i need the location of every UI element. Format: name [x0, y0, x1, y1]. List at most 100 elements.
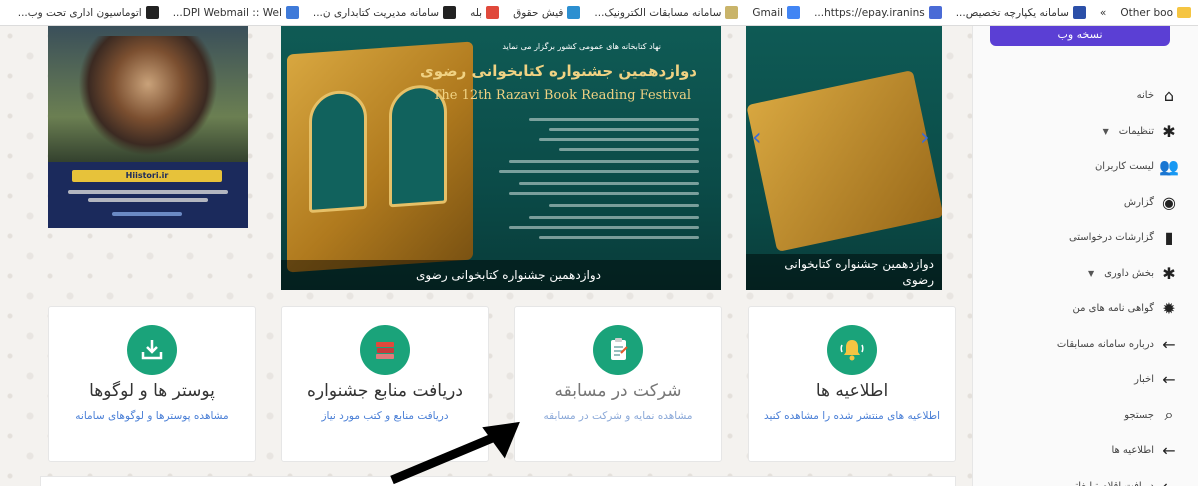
bookmark-label: سامانه یکپارچه تخصیص...	[955, 6, 1069, 19]
sidebar-item[interactable]: ⌂ خانه	[988, 78, 1198, 114]
sidebar-item-label: خانه	[1136, 90, 1154, 102]
bookmark-item[interactable]: DPI Webmail :: Wel...	[166, 6, 306, 19]
flag-icon	[1072, 6, 1086, 19]
web-version-button[interactable]: نسخه وب	[990, 26, 1170, 46]
bookmark-label: DPI Webmail :: Wel...	[172, 6, 282, 19]
banner-razavi-festival[interactable]: نهاد کتابخانه های عمومی کشور برگزار می ن…	[281, 26, 721, 290]
bookmarks-bar: Other boo » سامانه یکپارچه تخصیص... https:/…	[0, 0, 1198, 26]
banner-text-line	[539, 138, 699, 141]
arrow-left-icon: ←	[1162, 441, 1176, 461]
folder-icon	[1177, 7, 1191, 18]
clipboard-icon	[593, 325, 643, 375]
sidebar-item[interactable]: ← اطلاعیه ها	[988, 433, 1198, 469]
arrow-left-icon: ←	[1160, 477, 1178, 486]
bookmark-item[interactable]: بله	[463, 6, 506, 19]
bookmark-label: اتوماسیون اداری تحت وب...	[17, 6, 142, 19]
bookmark-item[interactable]: فیش حقوق	[506, 6, 587, 19]
sidebar-item-label: بخش داوری	[1104, 267, 1154, 279]
gear-icon: ✱	[1162, 263, 1176, 283]
sidebar-item[interactable]: 👥 لیست کاربران	[988, 149, 1198, 185]
banner-caption: دوازدهمین جشنواره کتابخوانی رضوی	[746, 254, 942, 290]
banner-title-en: The 12th Razavi Book Reading Festival	[432, 88, 691, 103]
circle-logo-icon	[725, 6, 739, 19]
banner-text-line	[112, 212, 182, 216]
sidebar-item[interactable]: ✹ گواهی نامه های من	[988, 291, 1198, 327]
annotation-arrow-icon	[390, 421, 520, 485]
card-title: شرکت در مسابقه	[554, 381, 682, 401]
document-icon	[567, 6, 581, 19]
banner-text-line	[509, 160, 699, 163]
banner-text-line	[559, 148, 699, 151]
card-title: پوستر ها و لوگوها	[89, 381, 215, 401]
banner-text-line	[529, 216, 699, 219]
sidebar-item[interactable]: ✱ تنظیمات ▼	[988, 114, 1198, 150]
banner-text-line	[529, 118, 699, 121]
bookmark-item[interactable]: سامانه مسابقات الکترونیک...	[587, 6, 745, 19]
globe-icon	[928, 6, 942, 19]
banner-text-line	[499, 170, 699, 173]
sidebar-item[interactable]: ⌕ جستجو	[988, 398, 1198, 434]
banner-tag: Hiistori.ir	[72, 170, 222, 182]
card-posters-logos[interactable]: پوستر ها و لوگوها مشاهده پوسترها و لوگوه…	[48, 306, 256, 462]
users-icon: 👥	[1159, 157, 1179, 177]
download-icon	[127, 325, 177, 375]
mail-icon	[285, 6, 299, 19]
bell-icon	[827, 325, 877, 375]
sidebar-item-label: درباره سامانه مسابقات	[1056, 338, 1154, 350]
bookmark-item[interactable]: »	[1093, 7, 1113, 19]
banner-text-line	[88, 198, 208, 202]
card-join-contest[interactable]: شرکت در مسابقه مشاهده نمایه و شرکت در مس…	[514, 306, 722, 462]
banner-book-image	[746, 69, 942, 253]
gear-icon: ✱	[1162, 121, 1176, 141]
bookmark-label: https://epay.iranins...	[814, 6, 925, 19]
sidebar-item-label: گواهی نامه های من	[1072, 303, 1154, 315]
sidebar-item-label: جستجو	[1124, 409, 1154, 421]
sidebar-item-label: لیست کاربران	[1094, 161, 1154, 173]
banner-tag-text: Hiistori.ir	[125, 171, 169, 180]
bookmark-item[interactable]: Gmail	[745, 6, 807, 19]
banner-title-fa: دوازدهمین جشنواره کتابخوانی رضوی	[419, 62, 697, 80]
banner-text-line	[549, 128, 699, 131]
sidebar-item[interactable]: ← اخبار	[988, 362, 1198, 398]
bookmark-item[interactable]: سامانه مدیریت کتابداری ن...	[306, 6, 463, 19]
banner-text-line	[519, 182, 699, 185]
sidebar-item-label: اطلاعیه ها	[1111, 445, 1154, 457]
card-announcements[interactable]: اطلاعیه ها اطلاعیه های منتشر شده را مشاه…	[748, 306, 956, 462]
bookmark-item[interactable]: اتوماسیون اداری تحت وب...	[11, 6, 166, 19]
sidebar-item[interactable]: ◉ گزارش	[988, 185, 1198, 221]
sidebar-item[interactable]: ✱ بخش داوری ▼	[988, 256, 1198, 292]
arrow-left-icon: ←	[1162, 370, 1176, 390]
sidebar-item-label: گزارشات درخواستی	[1068, 232, 1154, 244]
banner-text-line	[509, 226, 699, 229]
home-icon: ⌂	[1163, 86, 1175, 106]
banner-text-line	[509, 192, 699, 195]
slider-next-icon[interactable]: ›	[920, 120, 936, 154]
bookmark-item[interactable]: Other boo	[1113, 7, 1198, 19]
search-icon: ⌕	[1164, 405, 1174, 425]
book-arch	[309, 88, 367, 213]
bookmark-item[interactable]: https://epay.iranins...	[807, 6, 949, 19]
card-subtitle-link[interactable]: مشاهده نمایه و شرکت در مسابقه	[515, 409, 721, 424]
banner-image	[78, 36, 218, 156]
banner-top-line: نهاد کتابخانه های عمومی کشور برگزار می ن…	[502, 42, 661, 51]
bookmark-label: سامانه مسابقات الکترونیک...	[594, 6, 722, 19]
sidebar-item[interactable]: ← دریافت اقلام تبلیغاتی	[988, 469, 1198, 486]
card-subtitle-link[interactable]: اطلاعیه های منتشر شده را مشاهده کنید	[749, 409, 955, 424]
banner-razavi-festival-2[interactable]: ‹ › دوازدهمین جشنواره کتابخوانی رضوی	[746, 26, 942, 290]
sidebar-item[interactable]: ▮ گزارشات درخواستی	[988, 220, 1198, 256]
card-title: دریافت منابع جشنواره	[307, 381, 463, 401]
bookmark-label: »	[1099, 6, 1107, 19]
sidebar-item-label: دریافت اقلام تبلیغاتی	[1067, 481, 1154, 486]
web-icon	[145, 6, 159, 19]
caret-down-icon: ▼	[1102, 126, 1109, 136]
sidebar-item[interactable]: ← درباره سامانه مسابقات	[988, 327, 1198, 363]
bookmark-item[interactable]: سامانه یکپارچه تخصیص...	[949, 6, 1093, 19]
card-subtitle-link[interactable]: مشاهده پوسترها و لوگوهای سامانه	[49, 409, 255, 424]
slider-prev-icon[interactable]: ‹	[752, 120, 768, 154]
sidebar-item-label: اخبار	[1134, 374, 1154, 386]
gamepad-icon: ◉	[1162, 192, 1176, 212]
bookmark-label: Other boo	[1120, 6, 1173, 19]
banner-hiistori[interactable]: Hiistori.ir	[48, 26, 248, 228]
sidebar-menu: ⌂ خانه ✱ تنظیمات ▼ 👥 لیست کاربران ◉ گزارش ▮ گزارشا…	[988, 78, 1198, 486]
google-icon	[787, 6, 801, 19]
